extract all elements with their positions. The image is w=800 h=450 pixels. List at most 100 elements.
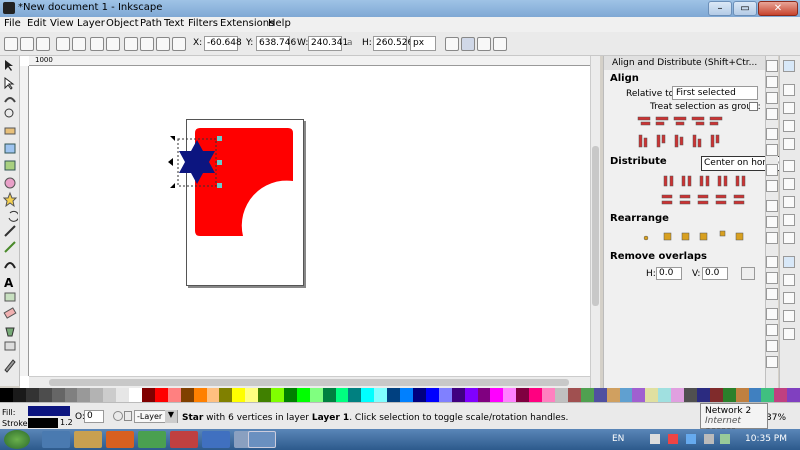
open-file-icon[interactable]	[766, 76, 778, 88]
clone-icon[interactable]	[766, 324, 778, 336]
horizontal-scrollbar[interactable]	[29, 376, 590, 388]
duplicate-icon[interactable]	[766, 308, 778, 320]
w-field[interactable]: 240.341	[308, 36, 348, 51]
snap-intersections-icon[interactable]	[783, 196, 795, 208]
layer-lock-icon[interactable]	[124, 411, 132, 421]
clock[interactable]: 10:35 PM	[745, 434, 787, 444]
canvas[interactable]	[20, 56, 600, 388]
deselect-icon[interactable]	[36, 37, 50, 51]
handle-br[interactable]	[217, 183, 222, 188]
print-icon[interactable]	[766, 108, 778, 120]
y-field[interactable]: 638.746	[256, 36, 296, 51]
snap-bbox-edges-icon[interactable]	[783, 102, 795, 114]
flip-horizontal-icon[interactable]	[90, 37, 104, 51]
zoom-drawing-icon[interactable]	[766, 272, 778, 284]
vertical-scrollbar[interactable]	[590, 56, 600, 388]
close-button[interactable]: ✕	[758, 1, 798, 16]
menu-help[interactable]: Help	[268, 18, 291, 29]
cut-icon[interactable]	[766, 216, 778, 228]
taskbar-inkscape-icon[interactable]	[248, 431, 276, 448]
taskbar-chrome-icon[interactable]	[138, 431, 166, 448]
snap-bbox-icon[interactable]	[783, 84, 795, 96]
menu-filters[interactable]: Filters	[188, 18, 218, 29]
scale-handle-bl[interactable]	[170, 183, 175, 188]
new-document-icon[interactable]	[766, 60, 778, 72]
save-file-icon[interactable]	[766, 92, 778, 104]
taskbar-explorer-icon[interactable]	[74, 431, 102, 448]
paste-icon[interactable]	[766, 232, 778, 244]
v-gap-field[interactable]: 0.0	[702, 267, 728, 280]
raise-to-top-icon[interactable]	[124, 37, 138, 51]
menu-layer[interactable]: Layer	[77, 18, 105, 29]
h-gap-field[interactable]: 0.0	[656, 267, 682, 280]
minimize-button[interactable]: –	[708, 1, 732, 16]
snap-paths-icon[interactable]	[783, 178, 795, 190]
language-indicator[interactable]: EN	[612, 434, 624, 444]
scale-stroke-icon[interactable]	[445, 37, 459, 51]
taskbar-firefox-icon[interactable]	[106, 431, 134, 448]
inkscape-app-icon[interactable]	[3, 2, 15, 14]
relative-to-select[interactable]: First selected	[672, 86, 758, 100]
import-icon[interactable]	[766, 128, 778, 140]
drawing-objects[interactable]	[165, 126, 300, 241]
fill-swatch[interactable]	[28, 406, 70, 416]
select-all-layers-icon[interactable]	[20, 37, 34, 51]
tray-volume-icon[interactable]	[704, 434, 714, 444]
remove-overlaps-button[interactable]	[741, 267, 755, 280]
snap-grid-icon[interactable]	[783, 310, 795, 322]
stroke-swatch[interactable]	[28, 418, 58, 428]
snap-page-border-icon[interactable]	[783, 292, 795, 304]
menu-file[interactable]: File	[4, 18, 21, 29]
lock-icon[interactable]: a	[347, 38, 353, 48]
scale-handle-tl[interactable]	[170, 136, 175, 141]
maximize-button[interactable]: ▭	[733, 1, 757, 16]
rotate-cw-icon[interactable]	[72, 37, 86, 51]
lower-icon[interactable]	[156, 37, 170, 51]
taskbar-media-icon[interactable]	[202, 431, 230, 448]
flip-vertical-icon[interactable]	[106, 37, 120, 51]
snap-bbox-midpoints-icon[interactable]	[783, 138, 795, 150]
menu-path[interactable]: Path	[140, 18, 162, 29]
scale-corners-icon[interactable]	[461, 37, 475, 51]
zoom-page-icon[interactable]	[766, 288, 778, 300]
menu-extensions[interactable]: Extensions	[220, 18, 274, 29]
snap-smooth-icon[interactable]	[783, 232, 795, 244]
menu-view[interactable]: View	[50, 18, 74, 29]
menu-edit[interactable]: Edit	[27, 18, 46, 29]
snap-guide-icon[interactable]	[783, 328, 795, 340]
scale-handle-left[interactable]	[168, 158, 173, 166]
taskbar-app-icon[interactable]	[170, 431, 198, 448]
copy-icon[interactable]	[766, 200, 778, 212]
x-field[interactable]: -60.648	[204, 36, 242, 51]
undo-icon[interactable]	[766, 164, 778, 176]
snap-rotation-center-icon[interactable]	[783, 274, 795, 286]
snap-toggle-icon[interactable]	[783, 60, 795, 72]
raise-icon[interactable]	[140, 37, 154, 51]
snap-centers-icon[interactable]	[783, 256, 795, 268]
transform-gradients-icon[interactable]	[477, 37, 491, 51]
snap-bbox-corners-icon[interactable]	[783, 120, 795, 132]
opacity-field[interactable]: 0	[84, 410, 104, 423]
taskbar-ie-icon[interactable]	[42, 431, 70, 448]
color-palette[interactable]	[0, 388, 800, 402]
redo-icon[interactable]	[766, 180, 778, 192]
rotate-ccw-icon[interactable]	[56, 37, 70, 51]
layer-visibility-icon[interactable]	[113, 411, 123, 421]
select-all-icon[interactable]	[4, 37, 18, 51]
lower-to-bottom-icon[interactable]	[172, 37, 186, 51]
snap-cusp-icon[interactable]	[783, 214, 795, 226]
group-icon[interactable]	[766, 340, 778, 352]
layer-dropdown-icon[interactable]: ▼	[165, 410, 177, 423]
ungroup-icon[interactable]	[766, 356, 778, 368]
menu-object[interactable]: Object	[106, 18, 139, 29]
tray-alert-icon[interactable]	[668, 434, 678, 444]
unit-select[interactable]: px	[410, 36, 436, 51]
tray-flag-icon[interactable]	[650, 434, 660, 444]
treat-group-checkbox[interactable]	[749, 102, 758, 111]
transform-patterns-icon[interactable]	[493, 37, 507, 51]
tray-network-icon[interactable]	[686, 434, 696, 444]
handle-right[interactable]	[217, 160, 222, 165]
h-field[interactable]: 260.526	[373, 36, 413, 51]
tray-battery-icon[interactable]	[720, 434, 730, 444]
red-shape[interactable]	[195, 128, 293, 236]
